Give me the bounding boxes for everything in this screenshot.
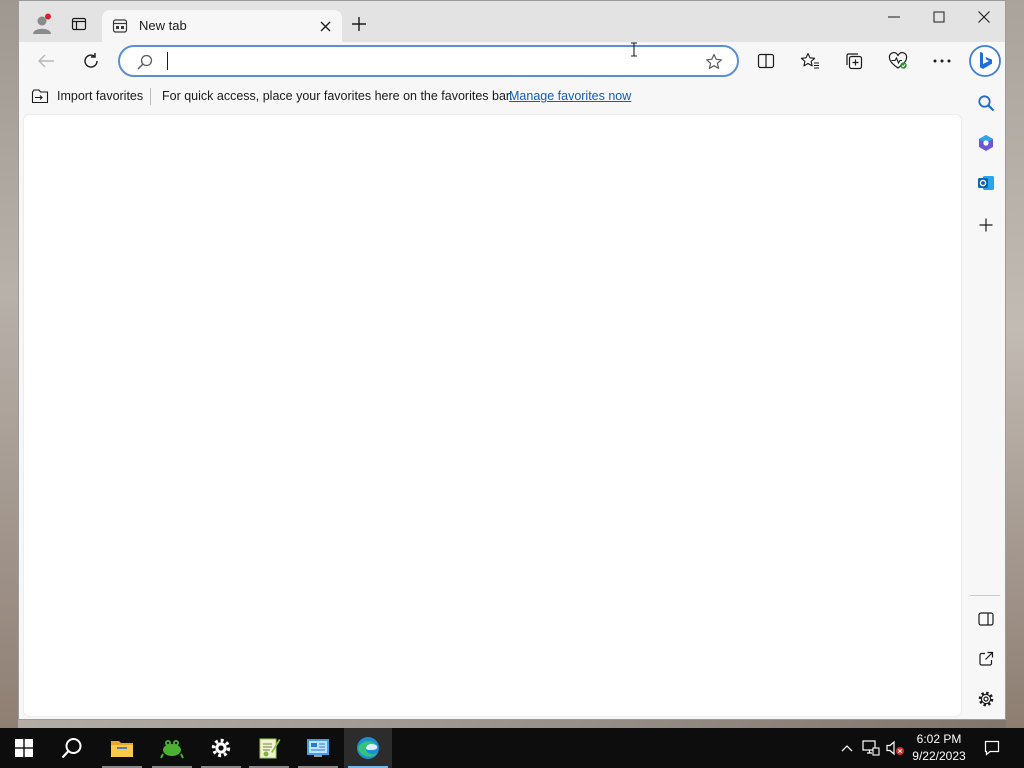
- gear-icon: [978, 691, 994, 707]
- copilot-icon: [979, 135, 993, 151]
- minimize-icon: [888, 16, 900, 18]
- windows-logo-icon: [15, 739, 33, 757]
- settings-and-more-button[interactable]: [928, 48, 956, 74]
- new-tab-button[interactable]: [347, 12, 371, 36]
- network-status-button[interactable]: [860, 728, 882, 768]
- hide-sidebar-button[interactable]: [974, 607, 998, 631]
- import-icon: [31, 89, 49, 104]
- plus-icon: [352, 17, 366, 31]
- collections-button[interactable]: [840, 48, 868, 74]
- close-icon: [978, 11, 990, 23]
- desktop-wallpaper-left: [0, 0, 18, 728]
- taskbar-edge[interactable]: [344, 728, 392, 768]
- speaker-muted-icon: [886, 740, 904, 756]
- taskbar-frog-app[interactable]: [148, 728, 196, 768]
- manage-favorites-link[interactable]: Manage favorites now: [509, 89, 631, 103]
- search-icon: [978, 95, 995, 112]
- sidebar-outlook-button[interactable]: [974, 171, 998, 195]
- text-select-cursor-icon: [631, 42, 637, 57]
- heart-pulse-icon: [888, 52, 908, 69]
- address-bar[interactable]: [118, 45, 739, 77]
- maximize-button[interactable]: [924, 5, 954, 29]
- sidebar-panel-icon: [978, 612, 994, 626]
- show-hidden-icons-button[interactable]: [838, 728, 856, 768]
- favorites-bar-message: For quick access, place your favorites h…: [162, 89, 513, 103]
- arrow-left-icon: [38, 54, 54, 68]
- split-screen-button[interactable]: [752, 48, 780, 74]
- refresh-button[interactable]: [76, 47, 106, 75]
- outlook-icon: [978, 176, 994, 190]
- star-icon: [706, 53, 722, 69]
- taskbar-notepad-plus-plus[interactable]: [245, 728, 293, 768]
- favorites-bar: Import favorites For quick access, place…: [19, 82, 1005, 110]
- tab-actions-button[interactable]: [64, 9, 94, 39]
- search-icon: [61, 738, 82, 759]
- tab-close-button[interactable]: [317, 18, 333, 34]
- network-icon: [862, 740, 880, 756]
- sidebar-search-button[interactable]: [974, 91, 998, 115]
- edge-window: New tab Import favorites For quick acces…: [18, 0, 1006, 720]
- address-input[interactable]: [166, 50, 686, 72]
- sidebar-copilot-button[interactable]: [974, 131, 998, 155]
- tab-new-tab[interactable]: New tab: [102, 10, 342, 42]
- add-favorite-button[interactable]: [704, 52, 724, 72]
- text-caret: [167, 52, 168, 70]
- taskbar-file-explorer[interactable]: [98, 728, 146, 768]
- taskbar-settings[interactable]: [197, 728, 245, 768]
- taskbar-search-button[interactable]: [48, 728, 96, 768]
- gear-icon: [211, 738, 231, 758]
- favorites-divider: [150, 88, 151, 105]
- import-favorites-label[interactable]: Import favorites: [57, 89, 143, 103]
- tab-title: New tab: [139, 18, 187, 33]
- maximize-icon: [933, 11, 945, 23]
- back-button[interactable]: [31, 47, 61, 75]
- browser-essentials-button[interactable]: [884, 48, 912, 74]
- minimize-button[interactable]: [879, 5, 909, 29]
- folder-icon: [111, 741, 133, 757]
- new-tab-page-icon: [112, 19, 128, 33]
- search-icon: [136, 53, 154, 71]
- refresh-icon: [84, 53, 98, 68]
- close-icon: [320, 21, 330, 31]
- chevron-up-icon: [841, 745, 853, 752]
- bing-icon: [969, 45, 1001, 77]
- favorites-button[interactable]: [796, 48, 824, 74]
- split-screen-icon: [757, 53, 775, 69]
- title-bar: New tab: [19, 1, 1005, 42]
- desktop-wallpaper-right: [1006, 0, 1024, 728]
- taskbar: 6:02 PM 9/22/2023: [0, 728, 1024, 768]
- page-content-area[interactable]: [23, 114, 962, 717]
- edge-icon: [357, 737, 379, 759]
- notepad-icon: [259, 738, 281, 759]
- open-in-window-button[interactable]: [974, 647, 998, 671]
- tab-actions-icon: [71, 17, 87, 31]
- profile-button[interactable]: [27, 9, 57, 39]
- clock-time: 6:02 PM: [916, 732, 962, 746]
- system-clock[interactable]: 6:02 PM 9/22/2023: [906, 731, 972, 765]
- sidebar-divider: [970, 595, 1000, 596]
- volume-button[interactable]: [884, 728, 906, 768]
- taskbar-control-panel[interactable]: [294, 728, 342, 768]
- sidebar-settings-button[interactable]: [974, 687, 998, 711]
- clock-date: 9/22/2023: [912, 749, 966, 763]
- import-favorites-button[interactable]: [31, 87, 49, 105]
- profile-avatar-icon: [33, 13, 51, 34]
- control-panel-icon: [307, 739, 329, 757]
- more-horizontal-icon: [933, 59, 951, 63]
- frog-icon: [160, 740, 184, 759]
- external-link-icon: [979, 651, 994, 666]
- sidebar: [966, 82, 1005, 719]
- favorites-icon: [800, 52, 819, 69]
- notification-icon: [984, 740, 1000, 756]
- copilot-button[interactable]: [969, 44, 1001, 78]
- plus-icon: [979, 218, 993, 232]
- collections-icon: [846, 53, 863, 70]
- navigation-toolbar: [19, 42, 1005, 82]
- window-close-button[interactable]: [969, 5, 999, 29]
- sidebar-customize-button[interactable]: [974, 213, 998, 237]
- action-center-button[interactable]: [978, 728, 1006, 768]
- start-button[interactable]: [0, 728, 48, 768]
